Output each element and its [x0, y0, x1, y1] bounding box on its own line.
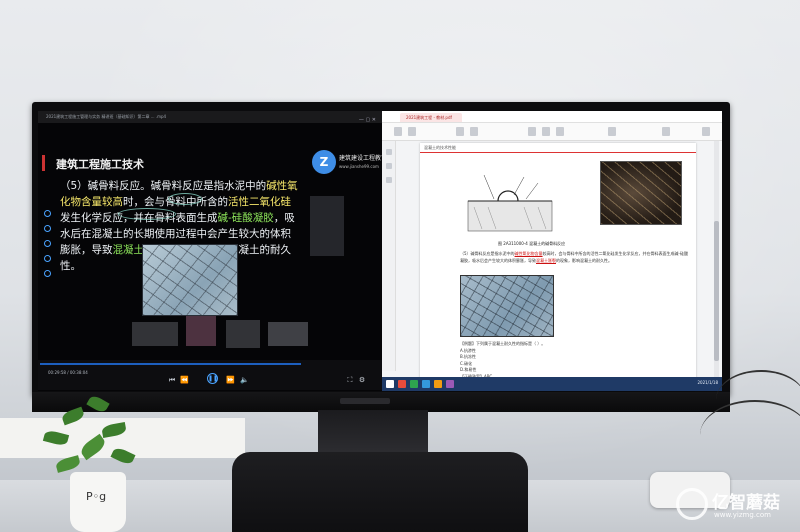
open-icon[interactable] [394, 127, 402, 136]
figure-caption: 图 2A311000-4 混凝土的碱骨料反应 [498, 241, 566, 246]
slide-text-segment: 碱-硅酸凝胶 [217, 212, 274, 224]
app-icon[interactable] [410, 380, 418, 388]
app-icon[interactable] [398, 380, 406, 388]
blurred-region [132, 322, 178, 346]
pot-face: P◦g [86, 490, 107, 503]
share-icon[interactable] [662, 127, 670, 136]
pdf-viewer-window[interactable]: 2021建筑工程 - 教材.pdf 混凝土的技术性能 图 2A311000-4 … [382, 111, 722, 391]
concrete-diagram [467, 174, 553, 232]
app-icon[interactable] [434, 380, 442, 388]
zoom-out-icon[interactable] [456, 127, 464, 136]
app-icon[interactable] [446, 380, 454, 388]
comment-icon[interactable] [386, 177, 392, 183]
rewind-icon[interactable]: ⏪ [180, 376, 189, 384]
cracked-concrete-photo-2 [460, 275, 554, 337]
blurred-region [310, 196, 344, 256]
slide-text-segment: （5）碱骨料反应。碱骨料反应是指水泥中的 [60, 180, 267, 192]
pen-annotation-circle [118, 208, 176, 220]
volume-icon[interactable]: 🔈 [240, 376, 249, 384]
tool-circle-icon[interactable] [44, 270, 51, 277]
logo-url: www.jianshe99.com [339, 164, 379, 169]
slide-accent-bar [42, 155, 45, 171]
pdf-toolbar [382, 123, 722, 141]
pdf-tabbar: 2021建筑工程 - 教材.pdf [382, 111, 722, 123]
annotate-icon[interactable] [608, 127, 616, 136]
cable [700, 400, 800, 470]
slide-text-segment: 活性二氧化硅 [228, 196, 291, 208]
playback-progress-bar[interactable] [40, 363, 301, 365]
app-icon[interactable] [422, 380, 430, 388]
prev-icon[interactable]: ⏮ [168, 376, 176, 384]
blurred-region [186, 316, 216, 346]
watermark-text: 亿智蘑菇 [712, 493, 780, 513]
fullscreen-icon[interactable]: ⛶ [346, 376, 354, 384]
blurred-region [268, 322, 308, 346]
rotate-icon[interactable] [528, 127, 536, 136]
tool-circle-icon[interactable] [44, 255, 51, 262]
pdf-left-sidebar [382, 141, 396, 371]
monitor-stand-neck [318, 410, 428, 454]
logo-icon: Z [312, 150, 336, 174]
watermark: 亿智蘑菇 www.yizmg.com [676, 486, 796, 528]
pdf-paragraph: （5）碱骨料反应是指水泥中的碱性氧化物含量较高时，会与骨料中所含的活性二氧化硅发… [460, 251, 690, 264]
bookmark-icon[interactable] [386, 163, 392, 169]
slide-title: 建筑工程施工技术 [56, 158, 144, 171]
taskbar-clock: 2021/1/18 [697, 380, 718, 385]
page-header: 混凝土的技术性能 [420, 143, 696, 153]
tool-circle-icon[interactable] [44, 240, 51, 247]
forward-icon[interactable]: ⏩ [226, 376, 235, 384]
start-icon[interactable] [386, 380, 394, 388]
tool-circle-icon[interactable] [44, 225, 51, 232]
pdf-page: 混凝土的技术性能 图 2A311000-4 混凝土的碱骨料反应 （5）碱骨料反应… [420, 143, 696, 389]
player-window-title: 2021建筑工程施工管理与实务 精讲班（基础知识）第二章 ... .mp4 [46, 114, 167, 119]
blurred-region [226, 320, 260, 348]
cracked-concrete-image [142, 244, 238, 316]
player-titlebar: 2021建筑工程施工管理与实务 精讲班（基础知识）第二章 ... .mp4 — … [38, 111, 382, 123]
pdf-tab[interactable]: 2021建筑工程 - 教材.pdf [400, 113, 462, 122]
pdf-text-segment: 混凝土胀裂 [536, 257, 556, 263]
page-view-icon[interactable] [542, 127, 550, 136]
zoom-in-icon[interactable] [470, 127, 478, 136]
window-controls-icon[interactable]: — ▢ ✕ [359, 114, 376, 123]
pen-annotation-circle [168, 193, 202, 205]
pdf-text-segment: （5）碱骨料反应是指水泥中的 [460, 251, 515, 256]
taskbar: 2021/1/18 [382, 377, 722, 391]
slide-side-toolbar [44, 210, 52, 285]
print-icon[interactable] [408, 127, 416, 136]
watermark-logo-icon [676, 488, 708, 520]
monitor-stand-base [232, 452, 528, 532]
monitor-brand-plate [340, 398, 390, 404]
settings-icon[interactable]: ⚙ [358, 376, 366, 384]
thumbnail-icon[interactable] [386, 149, 392, 155]
pdf-text-segment: 碱性氧化物含量 [514, 251, 543, 256]
scrollbar-thumb[interactable] [714, 221, 719, 361]
time-display: 00:29:58 / 00:38:04 [48, 370, 88, 375]
watermark-url: www.yizmg.com [714, 511, 771, 519]
cracked-concrete-photo [600, 161, 682, 225]
pdf-scrollbar[interactable] [714, 141, 719, 377]
search-icon[interactable] [556, 127, 564, 136]
close-icon[interactable] [702, 127, 710, 136]
play-pause-button[interactable]: ❚❚ [207, 373, 218, 384]
course-logo: Z 建筑建设工程教育网 www.jianshe99.com [312, 150, 393, 178]
tool-circle-icon[interactable] [44, 210, 51, 217]
pdf-text-segment: 的现象，影响混凝土的耐久性。 [556, 257, 612, 263]
